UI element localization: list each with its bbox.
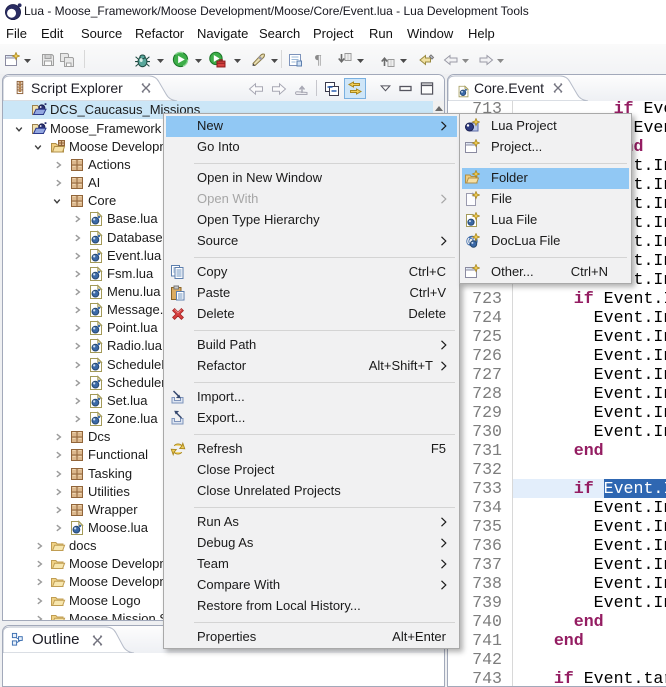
svg-text:¶: ¶ [315, 53, 322, 68]
